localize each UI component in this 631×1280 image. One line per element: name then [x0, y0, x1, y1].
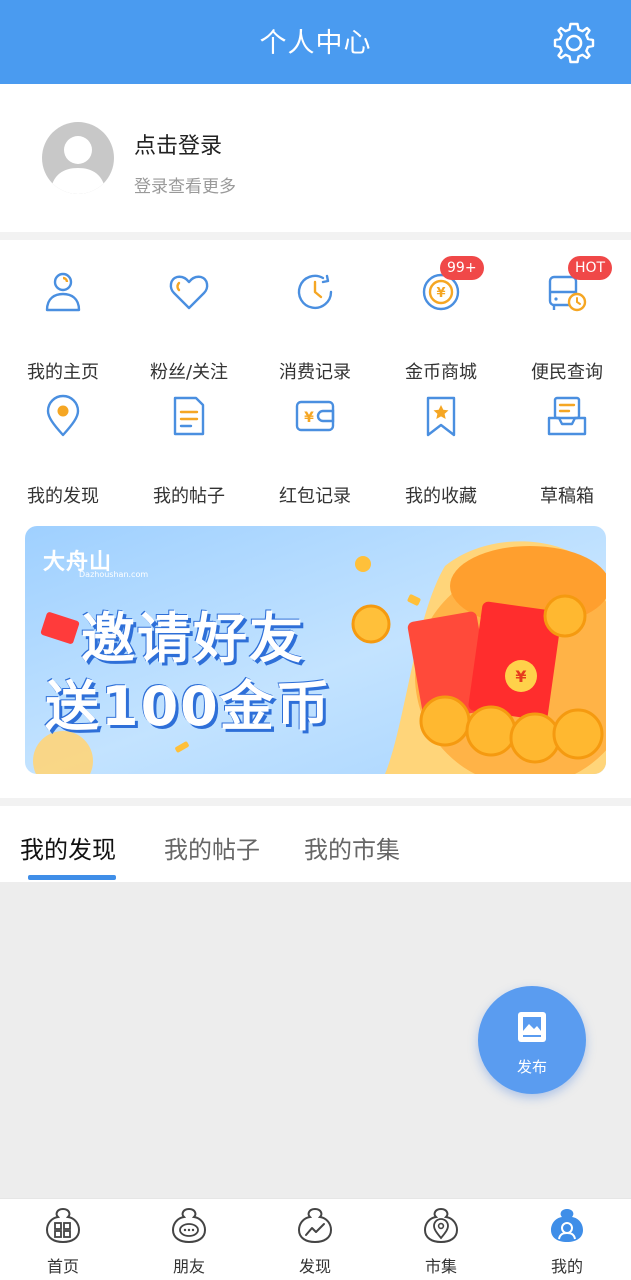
grid-item-label: 我的发现: [27, 486, 99, 507]
nav-label: 发现: [298, 1257, 331, 1276]
section-divider: [0, 232, 631, 240]
grid-item-spending[interactable]: 消费记录: [252, 270, 378, 383]
trend-icon: [297, 1207, 333, 1244]
home-grid-icon: [45, 1207, 81, 1244]
document-icon: [173, 396, 205, 436]
grid-item-drafts[interactable]: 草稿箱: [504, 394, 630, 507]
section-divider: [0, 798, 631, 806]
count-badge: 99+: [440, 256, 484, 280]
page-title: 个人中心: [259, 28, 372, 59]
nav-discover[interactable]: 发现: [252, 1199, 378, 1280]
tab-my-market[interactable]: 我的市集: [304, 830, 400, 865]
nav-label: 市集: [424, 1257, 457, 1276]
profile-card[interactable]: 点击登录 登录查看更多: [0, 84, 631, 232]
person-icon: [45, 272, 81, 312]
publish-label: 发布: [516, 1058, 547, 1076]
svg-text:¥: ¥: [436, 286, 445, 301]
map-pin-icon: [423, 1207, 459, 1244]
bottom-nav: 首页 朋友 发现 市集 我的: [0, 1198, 631, 1280]
bookmark-star-icon: [426, 396, 456, 437]
grid-item-label: 便民查询: [531, 362, 603, 383]
invite-banner[interactable]: ¥ 大舟山 Dazhoushan.com 邀请好友 送100金币: [25, 526, 606, 774]
grid-item-convenience[interactable]: HOT 便民查询: [504, 256, 630, 383]
gear-icon[interactable]: [551, 20, 597, 66]
active-tab-indicator: [28, 875, 116, 880]
grid-item-label: 红包记录: [279, 486, 351, 507]
grid-item-label: 消费记录: [279, 362, 351, 383]
grid-item-label: 我的主页: [27, 362, 99, 383]
svg-text:¥: ¥: [304, 410, 314, 426]
clock-icon: [297, 274, 333, 310]
grid-item-favorites[interactable]: 我的收藏: [378, 394, 504, 507]
publish-button[interactable]: 发布: [478, 986, 586, 1094]
grid-item-label: 粉丝/关注: [149, 362, 229, 383]
location-pin-icon: [46, 394, 80, 437]
wallet-icon: ¥: [295, 400, 335, 432]
nav-label: 我的: [550, 1257, 583, 1276]
nav-mine[interactable]: 我的: [504, 1199, 630, 1280]
banner-reward: 送100金币: [45, 675, 332, 738]
grid-item-label: 我的帖子: [153, 486, 225, 507]
grid-item-label: 草稿箱: [540, 486, 594, 507]
grid-item-my-posts[interactable]: 我的帖子: [126, 394, 252, 507]
svg-text:¥: ¥: [515, 667, 526, 686]
header-bar: 个人中心: [0, 0, 631, 84]
login-subtitle: 登录查看更多: [134, 177, 236, 197]
grid-item-homepage[interactable]: 我的主页: [0, 270, 126, 383]
grid-item-fans[interactable]: 粉丝/关注: [126, 270, 252, 383]
nav-label: 首页: [46, 1257, 79, 1276]
hot-badge: HOT: [568, 256, 613, 280]
content-tabs: 我的发现 我的帖子 我的市集: [0, 806, 631, 882]
tab-my-posts[interactable]: 我的帖子: [164, 830, 260, 865]
default-avatar-icon[interactable]: [42, 122, 114, 194]
image-post-icon: [518, 1012, 546, 1042]
heart-icon: [169, 275, 209, 310]
grid-item-my-discover[interactable]: 我的发现: [0, 394, 126, 507]
grid-item-redpacket[interactable]: ¥ 红包记录: [252, 394, 378, 507]
feature-grid: 我的主页 粉丝/关注 消费记录 ¥ 99+ 金币商城 HOT 便民查询 我的发现…: [0, 240, 631, 507]
profile-icon: [551, 1209, 583, 1242]
nav-friends[interactable]: 朋友: [126, 1199, 252, 1280]
login-title[interactable]: 点击登录: [134, 128, 222, 160]
grid-item-label: 金币商城: [405, 362, 477, 383]
nav-market[interactable]: 市集: [378, 1199, 504, 1280]
chat-bubble-icon: [171, 1207, 207, 1244]
nav-label: 朋友: [172, 1257, 205, 1276]
grid-item-coin-mall[interactable]: ¥ 99+ 金币商城: [378, 256, 504, 383]
inbox-tray-icon: [547, 396, 587, 436]
grid-item-label: 我的收藏: [405, 486, 477, 507]
banner-logo-sub: Dazhoushan.com: [79, 570, 149, 579]
tab-my-discover[interactable]: 我的发现: [20, 830, 116, 865]
nav-home[interactable]: 首页: [0, 1199, 126, 1280]
